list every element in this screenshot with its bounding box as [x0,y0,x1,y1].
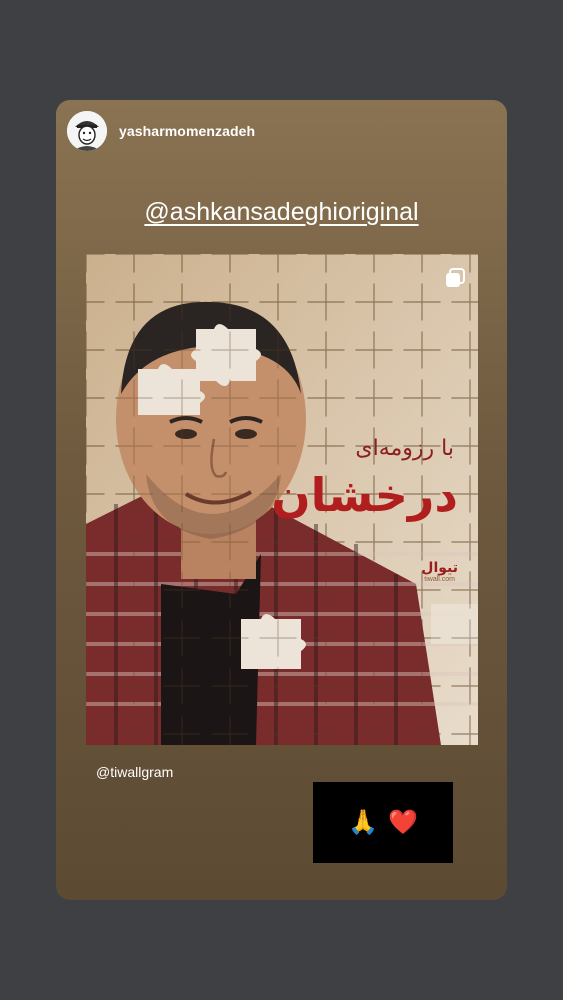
post-logo-text: تیوال [421,560,458,576]
red-heart-icon[interactable]: ❤️ [388,810,418,835]
emoji-reply-box[interactable]: 🙏 ❤️ [313,782,453,863]
carousel-icon [446,268,465,287]
folded-hands-icon[interactable]: 🙏 [348,810,378,835]
cartoon-avatar-icon [67,111,107,151]
mention-sticker[interactable]: @ashkansadeghioriginal [56,198,507,227]
post-title-small: با رزومه‌ای [355,436,454,461]
story-username[interactable]: yasharmomenzadeh [119,123,255,139]
tag-sticker[interactable]: @tiwallgram [96,764,173,780]
story-card[interactable]: yasharmomenzadeh @ashkansadeghioriginal [56,100,507,900]
post-title-large: درخشان [271,468,458,522]
story-header: yasharmomenzadeh [67,111,255,151]
post-logo: تیوال tiwall.com [421,560,458,583]
post-logo-sub: tiwall.com [424,576,456,583]
avatar[interactable] [67,111,107,151]
shared-post[interactable]: با رزومه‌ای درخشان تیوال tiwall.com [86,254,478,745]
